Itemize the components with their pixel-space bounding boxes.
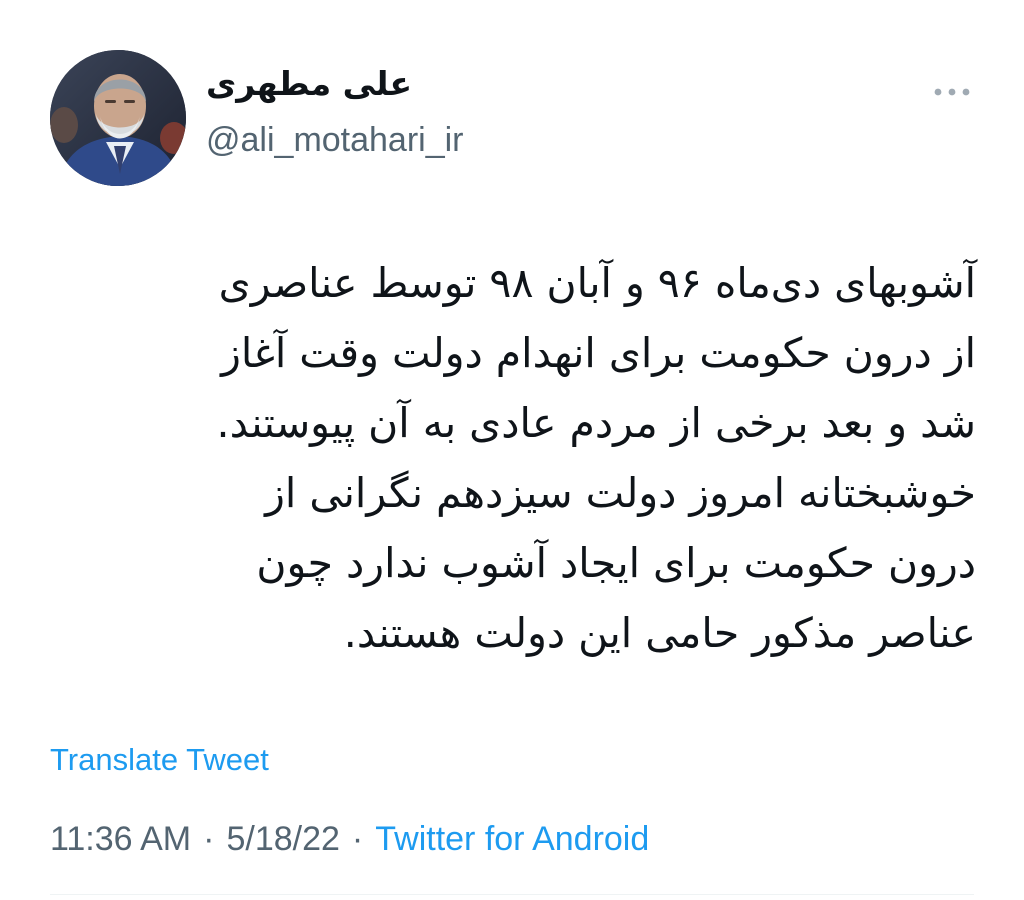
tweet-text-line: آشوبهای دی‌ماه ۹۶ و آبان ۹۸ توسط عناصری	[218, 259, 976, 307]
author-name[interactable]: علی مطهری	[206, 62, 464, 106]
tweet-date[interactable]: 5/18/22	[226, 820, 339, 858]
tweet-time[interactable]: 11:36 AM	[50, 820, 191, 858]
tweet-text-line: شد و بعد برخی از مردم عادی به آن پیوستند…	[216, 399, 976, 447]
tweet-detail: علی مطهری @ali_motahari_ir آشوبهای دی‌ما…	[0, 0, 1024, 900]
author-block: علی مطهری @ali_motahari_ir	[206, 62, 464, 160]
tweet-text-line: درون حکومت برای ایجاد آشوب ندارد چون	[256, 539, 976, 587]
meta-separator: ·	[351, 820, 364, 858]
tweet-text-line: خوشبختانه امروز دولت سیزدهم نگرانی از	[265, 469, 976, 517]
avatar[interactable]	[50, 50, 186, 186]
tweet-source-link[interactable]: Twitter for Android	[375, 820, 649, 858]
meta-separator: ·	[203, 820, 215, 858]
tweet-meta: 11:36 AM · 5/18/22 · Twitter for Android	[50, 817, 649, 861]
author-handle[interactable]: @ali_motahari_ir	[206, 120, 464, 160]
more-options-button[interactable]	[930, 80, 974, 104]
profile-photo-icon	[50, 50, 186, 186]
more-horizontal-icon	[934, 88, 970, 96]
tweet-text-line: عناصر مذکور حامی این دولت هستند.	[343, 609, 976, 657]
divider	[50, 894, 974, 895]
tweet-text-line: از درون حکومت برای انهدام دولت وقت آغاز	[221, 329, 976, 377]
tweet-text: آشوبهای دی‌ماه ۹۶ و آبان ۹۸ توسط عناصری …	[52, 248, 976, 668]
translate-tweet-link[interactable]: Translate Tweet	[50, 740, 269, 780]
